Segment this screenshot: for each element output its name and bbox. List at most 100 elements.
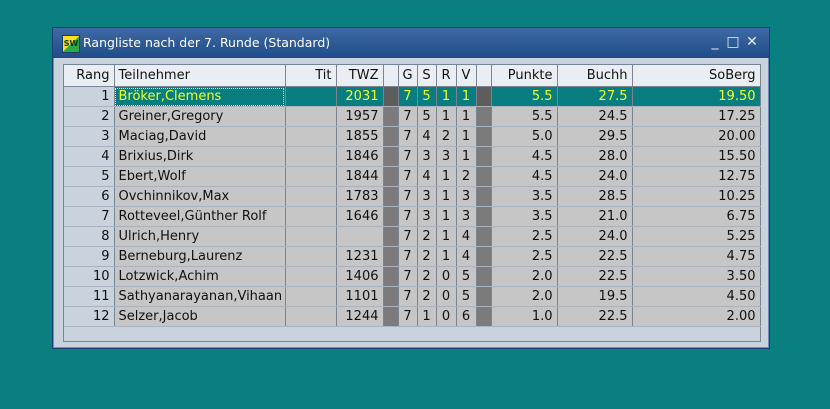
wins-cell: 4 (417, 126, 437, 147)
maximize-button[interactable]: □ (724, 33, 742, 51)
close-button[interactable]: ✕ (743, 33, 761, 51)
rank-cell: 9 (64, 246, 115, 267)
table-row[interactable]: 4 Brixius,Dirk 1846 7 3 3 1 4.5 28.0 15.50 (64, 146, 761, 167)
losses-cell: 1 (456, 146, 477, 167)
col-header-r[interactable]: R (436, 65, 457, 87)
table-row[interactable]: 12 Selzer,Jacob 1244 7 1 0 6 1.0 22.5 2.00 (64, 306, 761, 327)
draws-cell: 1 (436, 86, 457, 107)
col-header-teilnehmer[interactable]: Teilnehmer (114, 65, 286, 87)
title-cell (285, 106, 337, 127)
table-row[interactable]: 1 Bröker,Clemens 2031 7 5 1 1 5.5 27.5 19.50 (64, 86, 761, 107)
row-separator (383, 306, 399, 327)
buchholz-cell: 22.5 (557, 266, 633, 287)
player-name-cell: Sathyanarayanan,Vihaan (114, 286, 286, 307)
table-row[interactable]: 3 Maciag,David 1855 7 4 2 1 5.0 29.5 20.00 (64, 126, 761, 147)
row-separator (383, 106, 399, 127)
losses-cell: 3 (456, 206, 477, 227)
row-separator (476, 146, 492, 167)
rating-cell: 1244 (336, 306, 384, 327)
buchholz-cell: 28.0 (557, 146, 633, 167)
col-header-rang[interactable]: Rang (64, 65, 115, 87)
ranking-window: SW Rangliste nach der 7. Runde (Standard… (52, 27, 770, 349)
col-header-twz[interactable]: TWZ (336, 65, 384, 87)
buchholz-cell: 27.5 (557, 86, 633, 107)
wins-cell: 2 (417, 286, 437, 307)
table-row[interactable]: 8 Ulrich,Henry 7 2 1 4 2.5 24.0 5.25 (64, 226, 761, 247)
sonneborn-berger-cell: 4.75 (632, 246, 761, 267)
rating-cell: 1855 (336, 126, 384, 147)
player-name-cell: Brixius,Dirk (114, 146, 286, 167)
draws-cell: 1 (436, 226, 457, 247)
points-cell: 5.0 (491, 126, 558, 147)
games-cell: 7 (398, 106, 418, 127)
draws-cell: 0 (436, 306, 457, 327)
rating-cell: 1846 (336, 146, 384, 167)
col-header-s[interactable]: S (417, 65, 437, 87)
draws-cell: 1 (436, 166, 457, 187)
rank-cell: 12 (64, 306, 115, 327)
wins-cell: 1 (417, 306, 437, 327)
title-cell (285, 206, 337, 227)
row-separator (476, 126, 492, 147)
buchholz-cell: 24.0 (557, 226, 633, 247)
games-cell: 7 (398, 306, 418, 327)
col-header-g[interactable]: G (398, 65, 418, 87)
title-cell (285, 166, 337, 187)
row-separator (383, 266, 399, 287)
row-separator (476, 166, 492, 187)
row-separator (383, 126, 399, 147)
losses-cell: 6 (456, 306, 477, 327)
table-row[interactable]: 11 Sathyanarayanan,Vihaan 1101 7 2 0 5 2.0 19.5 4… (64, 286, 761, 307)
col-header-tit[interactable]: Tit (285, 65, 337, 87)
row-separator (383, 86, 399, 107)
minimize-button[interactable]: _ (706, 33, 724, 51)
row-separator (476, 86, 492, 107)
row-separator (383, 286, 399, 307)
table-row[interactable]: 5 Ebert,Wolf 1844 7 4 1 2 4.5 24.0 12.75 (64, 166, 761, 187)
col-header-soberg[interactable]: SoBerg (632, 65, 761, 87)
table-row[interactable]: 7 Rotteveel,Günther Rolf 1646 7 3 1 3 3.5 21.0 6.… (64, 206, 761, 227)
draws-cell: 1 (436, 206, 457, 227)
buchholz-cell: 22.5 (557, 246, 633, 267)
losses-cell: 5 (456, 286, 477, 307)
wins-cell: 2 (417, 246, 437, 267)
row-separator (383, 246, 399, 267)
buchholz-cell: 21.0 (557, 206, 633, 227)
player-name-cell: Ebert,Wolf (114, 166, 286, 187)
title-cell (285, 246, 337, 267)
table-row[interactable]: 9 Berneburg,Laurenz 1231 7 2 1 4 2.5 22.5 4.75 (64, 246, 761, 267)
draws-cell: 2 (436, 126, 457, 147)
losses-cell: 1 (456, 86, 477, 107)
losses-cell: 3 (456, 186, 477, 207)
col-header-punkte[interactable]: Punkte (491, 65, 558, 87)
title-bar[interactable]: SW Rangliste nach der 7. Runde (Standard… (53, 28, 769, 58)
losses-cell: 1 (456, 126, 477, 147)
draws-cell: 0 (436, 266, 457, 287)
col-header-v[interactable]: V (456, 65, 477, 87)
points-cell: 5.5 (491, 106, 558, 127)
player-name-cell: Greiner,Gregory (114, 106, 286, 127)
row-separator (476, 286, 492, 307)
games-cell: 7 (398, 186, 418, 207)
table-row[interactable]: 10 Lotzwick,Achim 1406 7 2 0 5 2.0 22.5 3.50 (64, 266, 761, 287)
row-separator (383, 206, 399, 227)
rating-cell: 1957 (336, 106, 384, 127)
player-name-cell: Selzer,Jacob (114, 306, 286, 327)
table-row[interactable]: 6 Ovchinnikov,Max 1783 7 3 1 3 3.5 28.5 10.25 (64, 186, 761, 207)
rating-cell: 1783 (336, 186, 384, 207)
rank-cell: 4 (64, 146, 115, 167)
row-separator (476, 246, 492, 267)
title-cell (285, 226, 337, 247)
rank-cell: 10 (64, 266, 115, 287)
sonneborn-berger-cell: 3.50 (632, 266, 761, 287)
losses-cell: 5 (456, 266, 477, 287)
player-name-cell: Maciag,David (114, 126, 286, 147)
wins-cell: 3 (417, 186, 437, 207)
col-header-buchh[interactable]: Buchh (557, 65, 633, 87)
draws-cell: 1 (436, 106, 457, 127)
ranking-table: Rang Teilnehmer Tit TWZ G S R V Punkte B… (63, 64, 761, 342)
row-separator (383, 166, 399, 187)
title-cell (285, 86, 337, 107)
table-row[interactable]: 2 Greiner,Gregory 1957 7 5 1 1 5.5 24.5 17.25 (64, 106, 761, 127)
sonneborn-berger-cell: 10.25 (632, 186, 761, 207)
